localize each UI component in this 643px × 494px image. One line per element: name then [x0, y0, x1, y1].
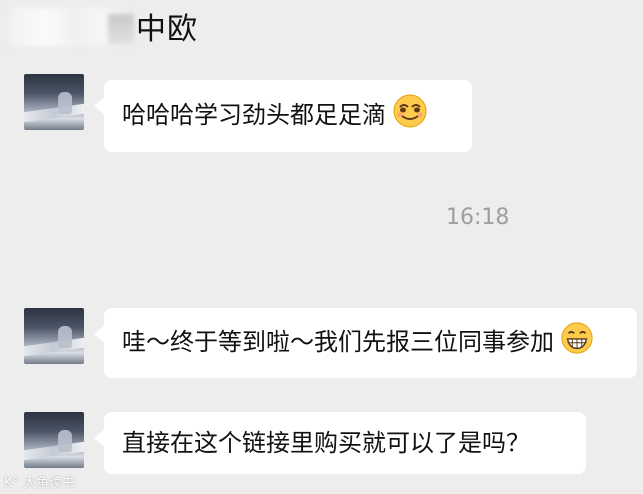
big-grin-emoji-icon [560, 321, 594, 365]
avatar-figure [58, 92, 72, 114]
timestamp: 16:18 [446, 205, 510, 230]
chat-header: 中欧 [0, 0, 643, 88]
chat-title: 中欧 [136, 12, 198, 47]
avatar-river [24, 441, 84, 461]
message-text: 直接在这个链接里购买就可以了是吗？ [122, 429, 530, 457]
avatar-figure [58, 326, 72, 348]
blurred-region [108, 14, 134, 44]
avatar-river [24, 337, 84, 357]
avatar[interactable] [24, 308, 84, 364]
watermark: K° 大鱼读书 [4, 476, 76, 491]
grinning-squint-emoji-icon [392, 93, 428, 139]
avatar-figure [58, 430, 72, 452]
blurred-contact-name [10, 8, 134, 46]
message-bubble[interactable]: 哇～终于等到啦～我们先报三位同事参加 [94, 308, 637, 378]
message-bubble[interactable]: 哈哈哈学习劲头都足足滴 [94, 80, 472, 152]
avatar[interactable] [24, 412, 84, 468]
message-text: 哇～终于等到啦～我们先报三位同事参加 [122, 328, 554, 356]
avatar[interactable] [24, 74, 84, 130]
message-text: 哈哈哈学习劲头都足足滴 [122, 101, 386, 129]
avatar-river [24, 103, 84, 123]
message-bubble[interactable]: 直接在这个链接里购买就可以了是吗？ [94, 412, 586, 474]
